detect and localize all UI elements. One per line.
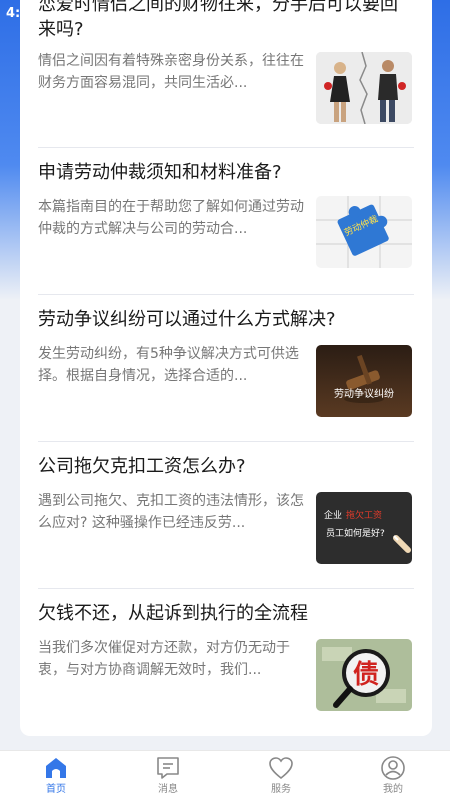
tab-profile[interactable]: 我的	[363, 755, 423, 799]
tab-label: 我的	[383, 784, 403, 795]
tab-services[interactable]: 服务	[251, 755, 311, 799]
puzzle-arbitration-image: 劳动仲裁	[316, 196, 412, 268]
article-item[interactable]: 公司拖欠克扣工资怎么办? 遇到公司拖欠、克扣工资的违法情形，该怎么应对? 这种骚…	[38, 442, 414, 589]
article-item[interactable]: 欠钱不还，从起诉到执行的全流程 当我们多次催促对方还款，对方仍无动于衷，与对方协…	[38, 589, 414, 736]
article-item[interactable]: 申请劳动仲裁须知和材料准备? 本篇指南目的在于帮助您了解如何通过劳动仲裁的方式解…	[38, 148, 414, 295]
article-summary: 当我们多次催促对方还款，对方仍无动于衷，与对方协商调解无效时，我们...	[38, 640, 290, 678]
heart-icon	[269, 757, 293, 780]
debt-magnifier-image: 债	[316, 639, 412, 711]
article-title: 公司拖欠克扣工资怎么办?	[38, 456, 246, 477]
image-text: 债	[353, 660, 379, 690]
couple-breakup-image	[316, 52, 412, 124]
profile-icon	[381, 756, 405, 780]
image-text: 劳动争议纠纷	[334, 387, 394, 400]
tab-messages[interactable]: 消息	[138, 755, 198, 799]
image-text: 企业	[324, 509, 342, 521]
home-icon	[46, 758, 66, 778]
tab-label: 消息	[158, 784, 178, 795]
article-summary: 本篇指南目的在于帮助您了解如何通过劳动仲裁的方式解决与公司的劳动合...	[38, 199, 304, 237]
tab-label: 首页	[46, 784, 66, 795]
gavel-image: 劳动争议纠纷	[316, 345, 412, 417]
image-text: 员工如何是好?	[326, 527, 385, 539]
article-summary: 情侣之间因有着特殊亲密身份关系，往往在财务方面容易混同，共同生活必...	[38, 53, 304, 91]
article-item[interactable]: 恋爱时情侣之间的财物往来，分手后可以要回来吗? 情侣之间因有着特殊亲密身份关系，…	[38, 0, 414, 148]
article-title: 申请劳动仲裁须知和材料准备?	[38, 162, 282, 183]
article-title: 欠钱不还，从起诉到执行的全流程	[38, 603, 308, 624]
article-summary: 遇到公司拖欠、克扣工资的违法情形，该怎么应对? 这种骚操作已经违反劳...	[38, 493, 304, 531]
tab-label: 服务	[271, 784, 291, 795]
article-item[interactable]: 劳动争议纠纷可以通过什么方式解决? 发生劳动纠纷，有5种争议解决方式可供选择。根…	[38, 295, 414, 442]
bottom-tab-bar: 首页 消息 服务 我的	[0, 750, 450, 800]
article-summary: 发生劳动纠纷，有5种争议解决方式可供选择。根据自身情况，选择合适的...	[38, 346, 299, 384]
tab-home[interactable]: 首页	[26, 755, 86, 799]
chalkboard-image: 企业 拖欠工资 员工如何是好?	[316, 492, 412, 564]
status-time: 4:	[6, 6, 21, 21]
article-title: 恋爱时情侣之间的财物往来，分手后可以要回来吗?	[38, 0, 398, 40]
message-icon	[157, 757, 179, 779]
article-title: 劳动争议纠纷可以通过什么方式解决?	[38, 309, 336, 330]
article-list: 恋爱时情侣之间的财物往来，分手后可以要回来吗? 情侣之间因有着特殊亲密身份关系，…	[20, 0, 432, 736]
image-text: 拖欠工资	[346, 509, 382, 521]
